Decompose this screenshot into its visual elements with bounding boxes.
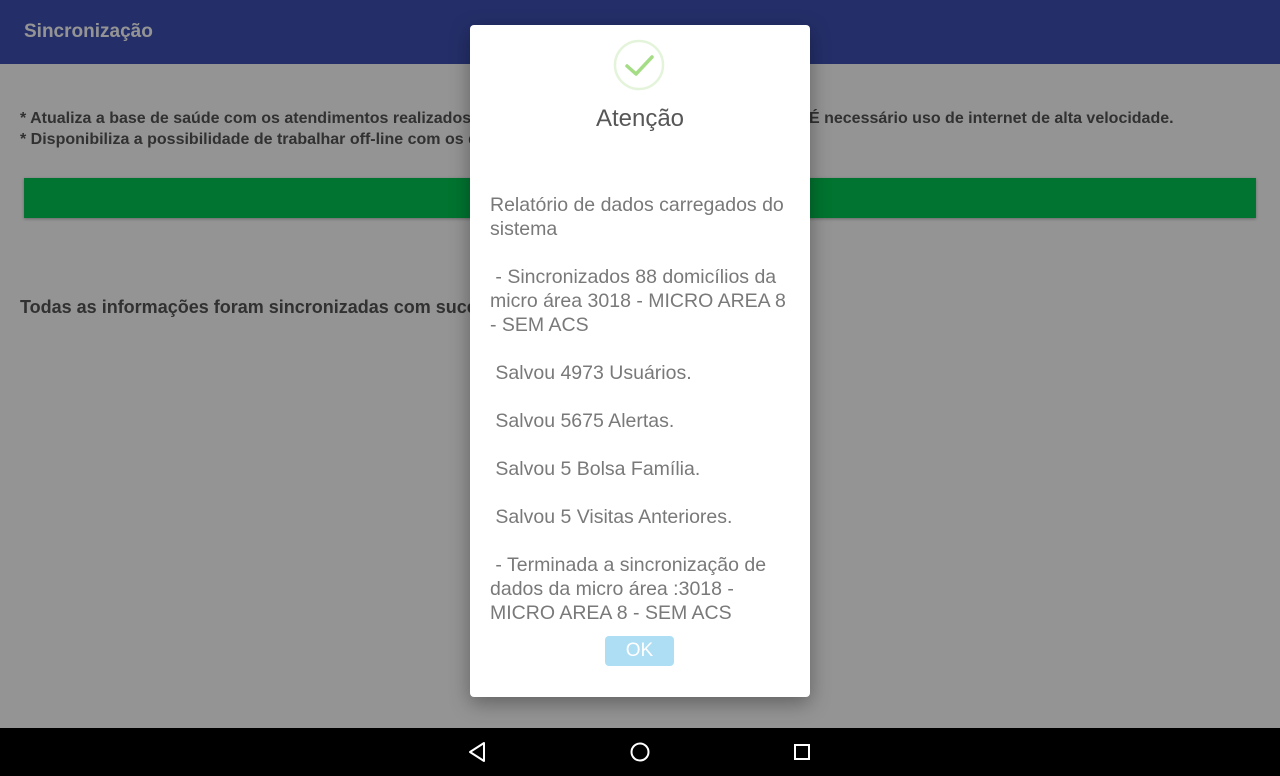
check-circle-icon [613,39,665,91]
report-paragraph: Salvou 5 Bolsa Família. [490,458,701,480]
screen: Sincronização * Atualiza a base de saúde… [0,0,1280,776]
report-paragraph: - Sincronizados 88 domicílios da micro á… [490,266,792,336]
report-paragraph: Salvou 5 Visitas Anteriores. [490,506,733,528]
report-paragraph: Relatório de dados carregados do sistema [490,194,790,240]
report-paragraph: Salvou 4973 Usuários. [490,362,692,384]
report-paragraph: Salvou 5675 Alertas. [490,410,675,432]
home-circle-icon[interactable] [624,736,656,768]
recents-square-icon[interactable] [786,736,818,768]
navigation-bar [0,728,1280,776]
dialog-title: Atenção [595,105,685,132]
back-triangle-icon[interactable] [462,736,494,768]
report-paragraph: - Terminada a sincronização de dados da … [490,554,772,624]
ok-button[interactable]: OK [605,636,674,666]
sync-report-dialog: Atenção Relatório de dados carregados do… [470,25,810,697]
dialog-report: Relatório de dados carregados do sistema… [490,193,790,649]
